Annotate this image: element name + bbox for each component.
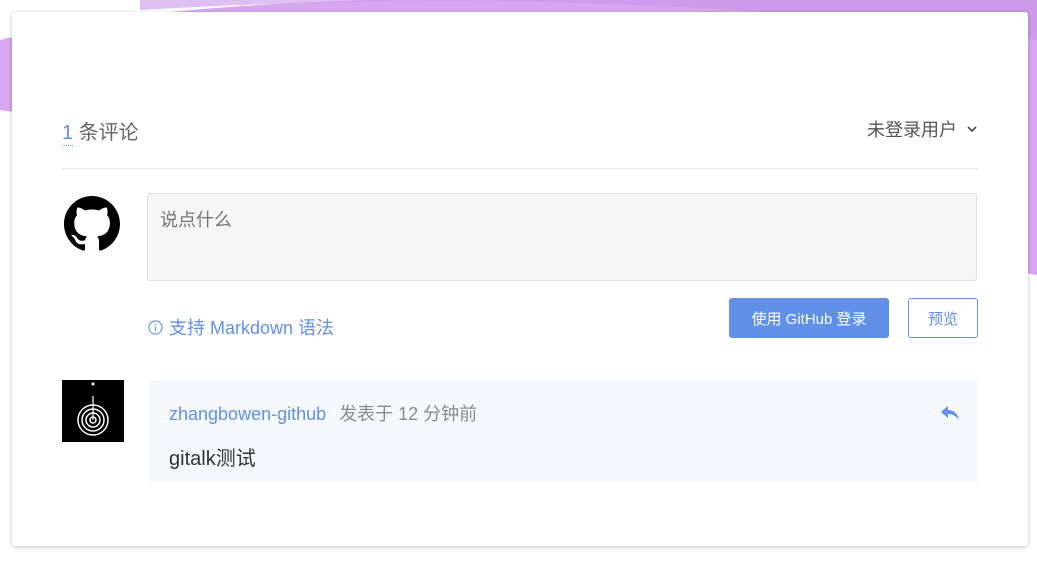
comment-input[interactable] <box>147 193 977 281</box>
reply-icon[interactable] <box>940 404 960 422</box>
comment-count-number[interactable]: 1 <box>62 122 74 146</box>
comment-panel: 1 条评论 未登录用户 支持 Markdown 语法 使用 GitHub 登录 … <box>12 12 1028 546</box>
avatar-image[interactable] <box>62 380 124 442</box>
user-menu[interactable]: 未登录用户 <box>867 116 978 142</box>
markdown-help-label: 支持 Markdown 语法 <box>169 318 335 338</box>
comment-posted-label: 发表于 <box>339 404 394 424</box>
comments-header: 1 条评论 未登录用户 <box>62 114 978 169</box>
markdown-help-link[interactable]: 支持 Markdown 语法 <box>148 314 334 340</box>
comment-time: 12 分钟前 <box>398 404 478 424</box>
chevron-down-icon <box>967 126 977 133</box>
info-icon <box>148 319 163 335</box>
comment-body: gitalk测试 <box>169 448 256 470</box>
comment-item: zhangbowen-github 发表于 12 分钟前 gitalk测试 <box>149 380 978 483</box>
comment-author-link[interactable]: zhangbowen-github <box>169 404 326 424</box>
preview-button[interactable]: 预览 <box>908 298 978 338</box>
github-login-button[interactable]: 使用 GitHub 登录 <box>729 298 889 338</box>
comment-count: 1 条评论 <box>62 116 139 146</box>
comment-meta: zhangbowen-github 发表于 12 分钟前 <box>169 400 477 426</box>
github-icon <box>64 196 120 251</box>
comment-count-label: 条评论 <box>78 122 139 144</box>
user-menu-label: 未登录用户 <box>867 120 957 140</box>
